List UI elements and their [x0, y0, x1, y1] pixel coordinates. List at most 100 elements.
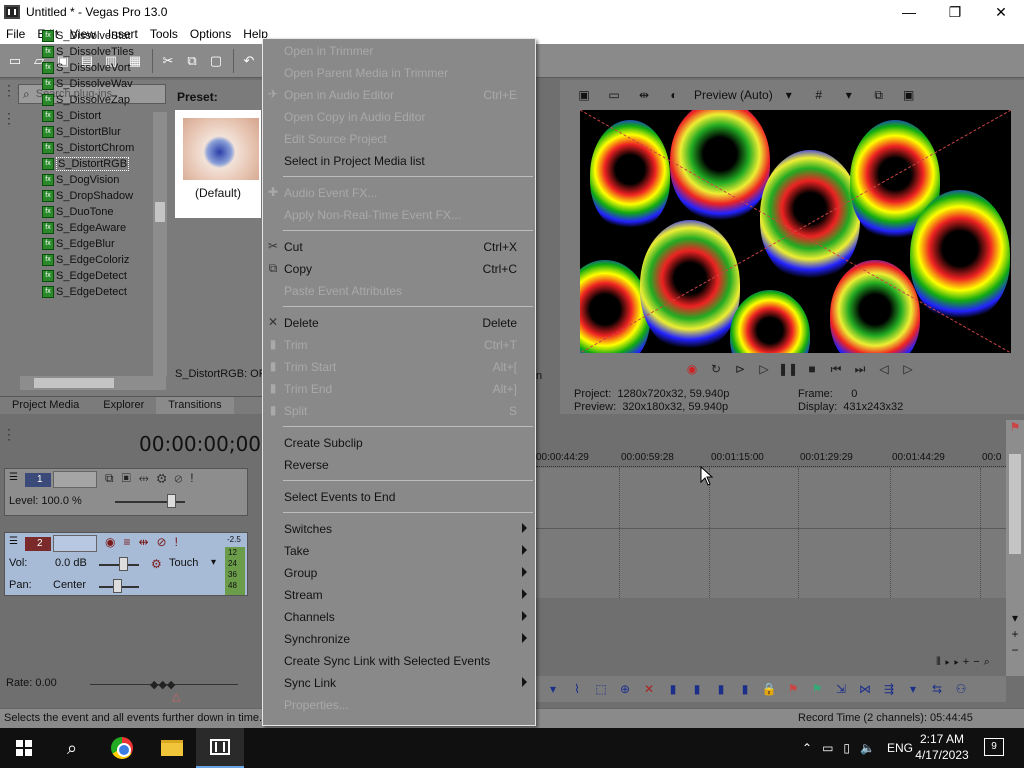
- network-icon[interactable]: ▭: [822, 741, 833, 755]
- vegas-app-icon[interactable]: [4, 5, 20, 19]
- menu-item-open-parent-media-in-trimmer[interactable]: Open Parent Media in Trimmer: [263, 62, 535, 84]
- menu-item-synchronize[interactable]: Synchronize: [263, 628, 535, 650]
- pan-slider-knob[interactable]: [113, 579, 122, 593]
- stop-icon[interactable]: ■: [800, 362, 824, 376]
- next-frame-icon[interactable]: ▷: [896, 362, 920, 376]
- plugin-item[interactable]: fx S_DissolveStat: [18, 28, 154, 44]
- plugin-list-vscroll[interactable]: [153, 112, 167, 376]
- video-track-header[interactable]: ☰ 1 ⧉▣⇹⚙⊘! Level: 100.0 %: [4, 468, 248, 516]
- previous-frame-icon[interactable]: ◁: [872, 362, 896, 376]
- plugin-item[interactable]: fx S_DogVision: [18, 172, 154, 188]
- tab-project-media[interactable]: Project Media: [0, 397, 91, 414]
- marker-flag-icon[interactable]: ⚑: [1006, 420, 1024, 436]
- snapping-icon[interactable]: ⇲: [830, 682, 852, 696]
- menu-item-open-copy-in-audio-editor[interactable]: Open Copy in Audio Editor: [263, 106, 535, 128]
- trim-end-icon[interactable]: ▮: [710, 682, 732, 696]
- menu-item-properties[interactable]: Properties...: [263, 694, 535, 716]
- save-snapshot-icon[interactable]: ▣: [899, 86, 919, 104]
- menu-item-channels[interactable]: Channels: [263, 606, 535, 628]
- menu-item-split[interactable]: ▮ Split S: [263, 400, 535, 422]
- menu-item-group[interactable]: Group: [263, 562, 535, 584]
- preview-properties-icon[interactable]: ▣: [574, 86, 594, 104]
- start-button[interactable]: [0, 728, 48, 768]
- dropdown-arrow-icon[interactable]: ▾: [902, 682, 924, 696]
- menu-item-trim-start[interactable]: ▮ Trim Start Alt+[: [263, 356, 535, 378]
- close-button[interactable]: ✕: [978, 0, 1024, 24]
- plugin-item[interactable]: fx S_DissolveTiles: [18, 44, 154, 60]
- envelope-tool-icon[interactable]: ⌇: [566, 682, 588, 696]
- menu-item-paste-event-attributes[interactable]: Paste Event Attributes: [263, 280, 535, 302]
- scroll-thumb[interactable]: [34, 378, 114, 388]
- search-taskbar-button[interactable]: ⌕: [48, 728, 96, 768]
- pause-icon[interactable]: ❚❚: [776, 362, 800, 376]
- menu-item-switches[interactable]: Switches: [263, 518, 535, 540]
- menu-item-open-in-trimmer[interactable]: Open in Trimmer: [263, 40, 535, 62]
- zoom-tool-icon[interactable]: ⊕: [614, 682, 636, 696]
- scroll-thumb[interactable]: [155, 202, 165, 222]
- menu-item-open-in-audio-editor[interactable]: ✈ Open in Audio Editor Ctrl+E: [263, 84, 535, 106]
- loop-icon[interactable]: ↻: [704, 362, 728, 376]
- maximize-button[interactable]: ❐: [932, 0, 978, 24]
- lock-icon[interactable]: 🔒: [758, 682, 780, 696]
- plugin-item[interactable]: fx S_DistortBlur: [18, 124, 154, 140]
- notification-center-icon[interactable]: 9: [984, 738, 1004, 756]
- taskbar-clock[interactable]: 2:17 AM 4/17/2023: [910, 731, 974, 763]
- chrome-taskbar-button[interactable]: [98, 728, 146, 768]
- split-icon[interactable]: ▮: [734, 682, 756, 696]
- menu-item-take[interactable]: Take: [263, 540, 535, 562]
- split-screen-icon[interactable]: ◐: [664, 86, 684, 104]
- timeline-zoom-controls[interactable]: ⦀▸▸+−⌕: [936, 656, 994, 669]
- paste-icon[interactable]: ▢: [205, 50, 227, 72]
- plugin-list-hscroll[interactable]: [20, 376, 166, 390]
- marker-icon[interactable]: ⚑: [782, 682, 804, 696]
- play-from-start-icon[interactable]: ⊳: [728, 362, 752, 376]
- menu-item-apply-non-real-time-event-fx[interactable]: Apply Non-Real-Time Event FX...: [263, 204, 535, 226]
- menu-item-audio-event-fx[interactable]: ✚ Audio Event FX...: [263, 182, 535, 204]
- panel-close-icon[interactable]: ✕: [2, 82, 26, 99]
- menu-item-delete[interactable]: ✕ Delete Delete: [263, 312, 535, 334]
- video-track-controls[interactable]: ⧉▣⇹⚙⊘!: [105, 471, 202, 486]
- trim-start-icon[interactable]: ▮: [686, 682, 708, 696]
- track-collapse-icon[interactable]: ☰: [9, 472, 18, 483]
- volume-slider-knob[interactable]: [119, 557, 128, 571]
- menu-item-select-in-project-media-list[interactable]: Select in Project Media list: [263, 150, 535, 172]
- dropdown-arrow-icon[interactable]: ▾: [839, 86, 859, 104]
- ignore-grouping-icon[interactable]: ⚇: [950, 682, 972, 696]
- menu-item-trim[interactable]: ▮ Trim Ctrl+T: [263, 334, 535, 356]
- dropdown-arrow-icon[interactable]: ▾: [211, 557, 216, 568]
- auto-crossfade-icon[interactable]: ⋈: [854, 682, 876, 696]
- menu-item-reverse[interactable]: Reverse: [263, 454, 535, 476]
- level-slider-knob[interactable]: [167, 494, 176, 508]
- lock-envelopes-icon[interactable]: ⇆: [926, 682, 948, 696]
- plugin-item[interactable]: fx S_DissolveVort: [18, 60, 154, 76]
- tab-explorer[interactable]: Explorer: [91, 397, 156, 414]
- panel-grip-icon[interactable]: [2, 110, 8, 127]
- vertical-zoom-controls[interactable]: ▾ + −: [1008, 610, 1022, 658]
- minimize-button[interactable]: —: [886, 0, 932, 24]
- menu-item-edit-source-project[interactable]: Edit Source Project: [263, 128, 535, 150]
- preset-thumbnail[interactable]: (Default): [175, 110, 261, 218]
- volume-icon[interactable]: 🔈: [860, 741, 875, 755]
- play-icon[interactable]: ▷: [752, 362, 776, 376]
- selection-tool-icon[interactable]: ⬚: [590, 682, 612, 696]
- dropdown-arrow-icon[interactable]: ▾: [779, 86, 799, 104]
- menu-item-create-sync-link-with-selected-events[interactable]: Create Sync Link with Selected Events: [263, 650, 535, 672]
- video-track-name-field[interactable]: [53, 471, 97, 488]
- audio-track-header[interactable]: ☰ 2 ◉≡⇹⊘! Vol: 0.0 dB ⚙ Touch ▾ Pan: Cen…: [4, 532, 248, 596]
- plugin-item[interactable]: fx S_EdgeBlur: [18, 236, 154, 252]
- timeline-tracks-area[interactable]: [536, 468, 1006, 598]
- plugin-item[interactable]: fx S_EdgeColoriz: [18, 252, 154, 268]
- menu-item-cut[interactable]: ✂ Cut Ctrl+X: [263, 236, 535, 258]
- file-explorer-taskbar-button[interactable]: [148, 728, 196, 768]
- track-collapse-icon[interactable]: ☰: [9, 536, 18, 547]
- audio-track-controls[interactable]: ◉≡⇹⊘!: [105, 535, 186, 549]
- audio-track-name-field[interactable]: [53, 535, 97, 552]
- trim-icon[interactable]: ▮: [662, 682, 684, 696]
- menu-item-select-events-to-end[interactable]: Select Events to End: [263, 486, 535, 508]
- menu-item-copy[interactable]: ⧉ Copy Ctrl+C: [263, 258, 535, 280]
- video-fx-icon[interactable]: ⇹: [634, 86, 654, 104]
- cut-icon[interactable]: ✂: [157, 50, 179, 72]
- timeline-grip-icon[interactable]: [2, 426, 8, 443]
- menu-item-trim-end[interactable]: ▮ Trim End Alt+]: [263, 378, 535, 400]
- copy-icon[interactable]: ⧉: [181, 50, 203, 72]
